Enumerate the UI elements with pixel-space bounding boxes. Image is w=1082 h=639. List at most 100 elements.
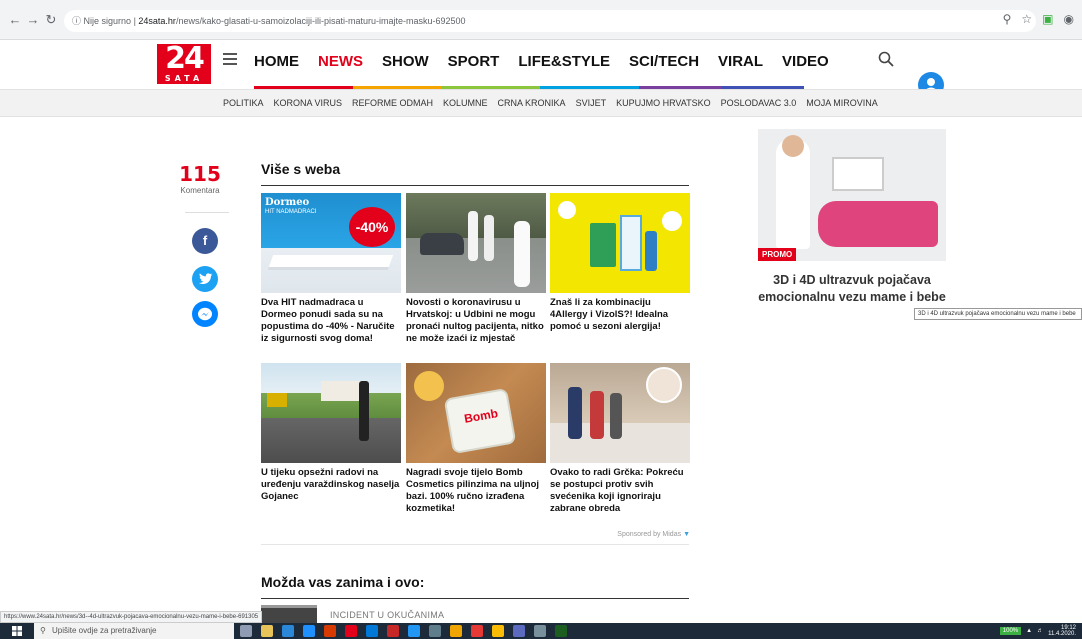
app-icon[interactable] [534, 625, 546, 637]
car-shape [420, 233, 464, 255]
nav-show[interactable]: SHOW [382, 53, 429, 70]
subnav-svijet[interactable]: SVIJET [576, 98, 607, 108]
twitter-share-icon[interactable] [192, 266, 218, 292]
site-logo[interactable]: 24 SATA [157, 44, 211, 84]
news-card-gojanec[interactable]: U tijeku opsežni radovi na uređenju vara… [261, 363, 401, 503]
thumb-brand: Dormeo [265, 197, 310, 208]
task-view-icon[interactable] [240, 625, 252, 637]
nav-video[interactable]: VIDEO [782, 53, 829, 70]
mattress-shape [268, 255, 394, 267]
subnav-mirovina[interactable]: MOJA MIROVINA [806, 98, 878, 108]
portrait-inset [646, 367, 682, 403]
zoom-icon[interactable]: ⚲ [1003, 12, 1012, 26]
menu-icon[interactable] [223, 53, 237, 67]
taskbar-search[interactable]: ⚲ Upišite ovdje za pretraživanje [34, 623, 234, 639]
battery-indicator[interactable]: 100% [999, 627, 1022, 635]
taskbar-search-placeholder: Upišite ovdje za pretraživanje [52, 626, 157, 635]
sub-nav: POLITIKA KORONA VIRUS REFORME ODMAH KOLU… [0, 89, 1082, 117]
comments-count[interactable]: 115 [170, 162, 230, 186]
office-icon[interactable] [324, 625, 336, 637]
flower-shape [662, 211, 682, 231]
file-explorer-icon[interactable] [261, 625, 273, 637]
search-icon[interactable] [878, 51, 894, 67]
app-icon[interactable] [450, 625, 462, 637]
security-label: Nije sigurno [83, 16, 132, 26]
network-icon[interactable]: ▲ [1026, 628, 1032, 634]
url-path: /news/kako-glasati-u-samoizolaciji-ili-p… [175, 16, 466, 26]
reload-icon[interactable]: ↻ [44, 13, 58, 27]
link-tooltip: 3D i 4D ultrazvuk pojačava emocionalnu v… [914, 308, 1082, 320]
section-rule [261, 185, 689, 186]
nav-sport[interactable]: SPORT [448, 53, 500, 70]
address-bar[interactable]: ⓘ Nije sigurno | 24sata.hr/news/kako-gla… [64, 10, 1036, 32]
edge-icon[interactable] [303, 625, 315, 637]
back-icon[interactable]: ← [8, 13, 22, 27]
profile-icon[interactable]: ◉ [1064, 12, 1074, 26]
subnav-crna-kronika[interactable]: CRNA KRONIKA [498, 98, 566, 108]
card-caption: Novosti o koronavirusu u Hrvatskoj: u Ud… [406, 297, 544, 344]
card-thumbnail: Bomb [406, 363, 546, 463]
nav-news[interactable]: NEWS [318, 53, 363, 70]
subnav-korona[interactable]: KORONA VIRUS [274, 98, 343, 108]
clock-date[interactable]: 11.4.2020. [1048, 631, 1076, 637]
subnav-kolumne[interactable]: KOLUMNE [443, 98, 488, 108]
promo-card-bomb[interactable]: Bomb Nagradi svoje tijelo Bomb Cosmetics… [406, 363, 546, 515]
nav-scitech[interactable]: SCI/TECH [629, 53, 699, 70]
product-bottle [645, 231, 657, 271]
card-caption: U tijeku opsežni radovi na uređenju vara… [261, 467, 400, 502]
roller-machine [267, 393, 287, 407]
card-caption: Nagradi svoje tijelo Bomb Cosmetics pili… [406, 467, 540, 514]
main-nav: HOME NEWS SHOW SPORT LIFE&STYLE SCI/TECH… [254, 53, 829, 70]
mail-icon[interactable] [345, 625, 357, 637]
app-icon[interactable] [387, 625, 399, 637]
promo-title[interactable]: 3D i 4D ultrazvuk pojačava emocionalnu v… [755, 272, 949, 306]
more-from-web-title: Više s weba [261, 161, 341, 177]
subnav-poslodavac[interactable]: POSLODAVAC 3.0 [721, 98, 797, 108]
subnav-kupujmo[interactable]: KUPUJMO HRVATSKO [616, 98, 711, 108]
exam-chair [818, 201, 938, 247]
outlook-icon[interactable] [366, 625, 378, 637]
person-hazmat [484, 215, 494, 261]
promo-badge: PROMO [758, 248, 797, 261]
news-card-grcka[interactable]: Ovako to radi Grčka: Pokreću se postupci… [550, 363, 690, 515]
nav-viral[interactable]: VIRAL [718, 53, 763, 70]
app-icon[interactable] [408, 625, 420, 637]
messenger-share-icon[interactable] [192, 301, 218, 327]
monitor-shape [832, 157, 884, 191]
subnav-politika[interactable]: POLITIKA [223, 98, 264, 108]
forward-icon[interactable]: → [26, 13, 40, 27]
discount-badge: -40% [349, 207, 395, 247]
card-caption: Ovako to radi Grčka: Pokreću se postupci… [550, 467, 684, 514]
app-icon[interactable] [471, 625, 483, 637]
bookmark-star-icon[interactable]: ☆ [1021, 12, 1032, 26]
excel-icon[interactable] [555, 625, 567, 637]
news-card-korona[interactable]: Novosti o koronavirusu u Hrvatskoj: u Ud… [406, 193, 546, 345]
nav-lifestyle[interactable]: LIFE&STYLE [518, 53, 610, 70]
section-rule [261, 598, 689, 599]
product-box [590, 223, 616, 267]
person-shape [590, 391, 604, 439]
app-icon[interactable] [282, 625, 294, 637]
calculator-icon[interactable] [429, 625, 441, 637]
card-thumbnail [550, 363, 690, 463]
info-icon[interactable]: ⓘ [72, 16, 84, 26]
promo-card-4allergy[interactable]: Znaš li za kombinaciju 4Allergy i VizolS… [550, 193, 690, 333]
volume-icon[interactable]: ♬ [1037, 628, 1043, 634]
related-thumbnail[interactable] [261, 605, 317, 625]
browser-toolbar: ← → ↻ ⓘ Nije sigurno | 24sata.hr/news/ka… [0, 0, 1082, 40]
sponsored-label[interactable]: Sponsored by Midas ▼ [560, 531, 690, 538]
logo-word: SATA [164, 74, 204, 83]
facebook-share-icon[interactable]: f [192, 228, 218, 254]
related-item-label[interactable]: INCIDENT U OKUČANIMA [330, 610, 444, 620]
chrome-icon[interactable] [492, 625, 504, 637]
extension-icon[interactable]: ▣ [1042, 12, 1053, 26]
promo-image[interactable] [758, 129, 946, 261]
nav-home[interactable]: HOME [254, 53, 299, 70]
maybe-interested-title: Možda vas zanima i ovo: [261, 574, 425, 590]
subnav-reforme[interactable]: REFORME ODMAH [352, 98, 433, 108]
section-divider [261, 544, 689, 545]
promo-card-dormeo[interactable]: Dormeo HIT NADMADRACI -40% Dva HIT nadma… [261, 193, 401, 345]
app-icon[interactable] [513, 625, 525, 637]
card-caption: Dva HIT nadmadraca u Dormeo ponudi sada … [261, 297, 395, 344]
windows-start-icon[interactable] [12, 626, 22, 636]
